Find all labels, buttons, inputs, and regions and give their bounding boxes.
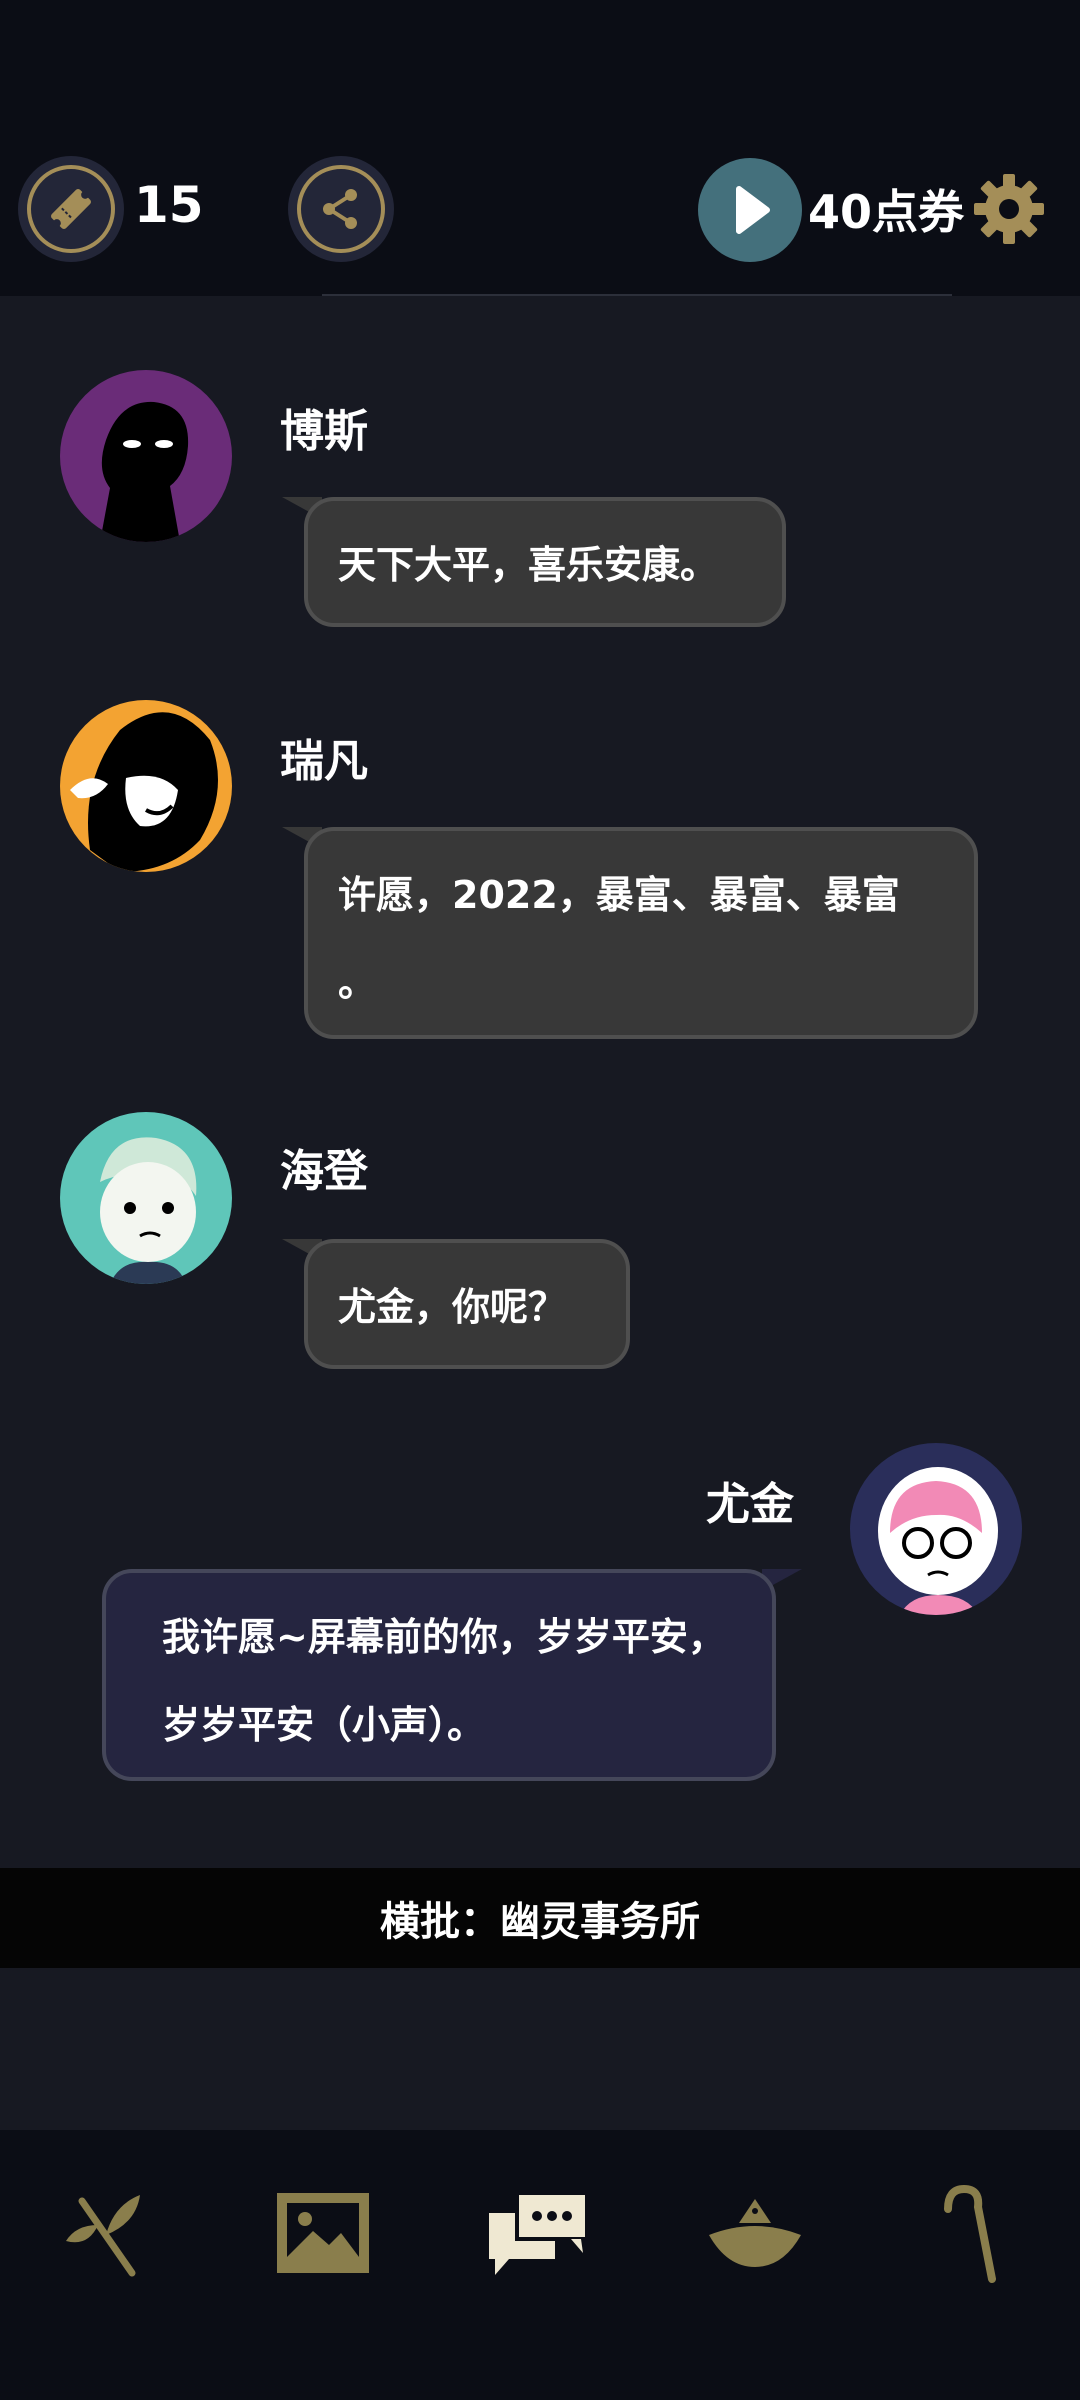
gear-icon[interactable] [972, 172, 1046, 246]
coupon-label: 40点券 [808, 185, 965, 239]
branch-icon [66, 2195, 140, 2277]
play-icon [736, 186, 770, 234]
message-text: 尤金，你呢？ [338, 1285, 567, 1329]
message-text-line: 许愿，2022，暴富、暴富、暴富 [338, 873, 900, 917]
speaker-name: 尤金 [706, 1479, 794, 1530]
avatar-boss[interactable] [60, 370, 232, 542]
message-text-line: 我许愿~屏幕前的你，岁岁平安， [162, 1615, 726, 1659]
avatar-ruifan[interactable] [60, 700, 232, 872]
top-bar [0, 0, 1080, 296]
message-text-line: 岁岁平安（小声）。 [162, 1703, 486, 1747]
cane-icon [944, 2184, 996, 2283]
speaker-name: 博斯 [280, 406, 368, 457]
message-text: 天下大平，喜乐安康。 [338, 543, 719, 587]
avatar-eugene[interactable] [850, 1443, 1022, 1615]
ticket-count: 15 [134, 176, 204, 234]
top-bar-divider [322, 294, 952, 296]
nav-gallery[interactable] [268, 2178, 378, 2288]
speaker-name: 海登 [280, 1146, 368, 1197]
message-bubble[interactable]: 尤金，你呢？ [304, 1239, 630, 1369]
message-bubble[interactable]: 天下大平，喜乐安康。 [304, 497, 786, 627]
nav-chat[interactable] [484, 2178, 594, 2288]
ticket-icon [27, 165, 115, 253]
avatar-haideng[interactable] [60, 1112, 232, 1284]
message-bubble[interactable]: 我许愿~屏幕前的你，岁岁平安， 岁岁平安（小声）。 [102, 1569, 776, 1781]
ticket-button[interactable] [18, 156, 124, 262]
gallery-icon [277, 2193, 369, 2273]
message-text-line: 。 [338, 961, 377, 1005]
chat-icon [489, 2191, 589, 2275]
share-icon [297, 165, 385, 253]
banner-text: 横批：幽灵事务所 [380, 1899, 700, 1945]
watch-video-button[interactable] [698, 158, 802, 262]
horizontal-scroll-banner: 横批：幽灵事务所 [0, 1868, 1080, 1968]
message-bubble[interactable]: 许愿，2022，暴富、暴富、暴富 。 [304, 827, 978, 1039]
nav-hat[interactable] [700, 2178, 810, 2288]
nav-branch[interactable] [52, 2178, 162, 2288]
share-button[interactable] [288, 156, 394, 262]
speaker-name: 瑞凡 [280, 736, 368, 787]
nav-cane[interactable] [916, 2178, 1026, 2288]
hat-icon [709, 2199, 801, 2267]
